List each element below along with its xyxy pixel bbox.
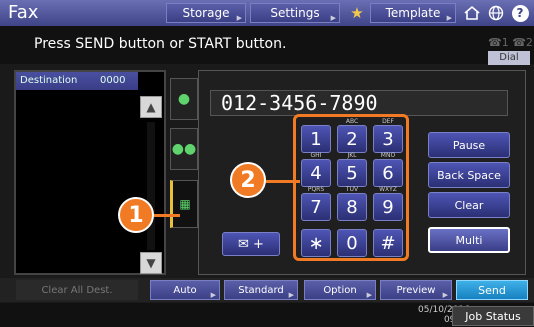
key-9-letters: WXYZ <box>379 186 397 193</box>
storage-label: Storage <box>182 6 230 20</box>
template-button[interactable]: Template ▶ <box>370 3 456 23</box>
star-icon[interactable]: ★ <box>345 3 369 23</box>
settings-button[interactable]: Settings ▶ <box>250 3 340 23</box>
arrow-icon: ▶ <box>442 291 448 299</box>
key-6[interactable]: 6 <box>373 159 403 187</box>
fax-number-field[interactable]: 012-3456-7890 <box>210 90 508 116</box>
tab-single-contact[interactable]: ● <box>170 78 198 120</box>
tab-keypad[interactable]: ▦ <box>170 180 198 228</box>
option-label: Option <box>323 284 357 296</box>
destination-count: 0000 <box>100 75 126 86</box>
arrow-icon: ▶ <box>210 291 216 299</box>
callout-2: 2 <box>230 162 266 198</box>
backspace-button[interactable]: Back Space <box>428 162 510 188</box>
tab-group-contacts[interactable]: ●● <box>170 128 198 170</box>
app-title: Fax <box>8 2 39 23</box>
key-4[interactable]: 4 <box>301 159 331 187</box>
dial-button[interactable]: Dial <box>488 51 530 65</box>
send-label: Send <box>478 283 506 297</box>
line-status: ☎1 ☎2 <box>488 36 533 49</box>
clear-all-destinations-button[interactable]: Clear All Dest. <box>16 280 138 300</box>
key-7-letters: PQRS <box>307 186 325 193</box>
arrow-icon: ▶ <box>236 14 242 22</box>
key-3-letters: DEF <box>382 118 394 125</box>
key-7[interactable]: 7 <box>301 193 331 221</box>
person-icon: ● <box>177 91 191 107</box>
scroll-up-button[interactable]: ▲ <box>140 96 162 118</box>
auto-label: Auto <box>173 284 197 296</box>
standard-label: Standard <box>238 284 284 296</box>
add-email-button[interactable]: ✉ + <box>222 232 280 256</box>
auto-button[interactable]: Auto ▶ <box>150 280 220 300</box>
settings-label: Settings <box>270 6 320 20</box>
arrow-icon: ▶ <box>366 291 372 299</box>
preview-button[interactable]: Preview ▶ <box>380 280 452 300</box>
pause-button[interactable]: Pause <box>428 132 510 158</box>
group-icon: ●● <box>171 141 197 157</box>
key-5-letters: JKL <box>347 152 357 159</box>
arrow-icon: ▶ <box>446 14 452 22</box>
instruction-message: Press SEND button or START button. <box>34 36 287 52</box>
clear-button[interactable]: Clear <box>428 192 510 218</box>
scrollbar-track[interactable] <box>147 122 155 250</box>
key-6-letters: MNO <box>380 152 396 159</box>
key-9[interactable]: 9 <box>373 193 403 221</box>
home-icon[interactable] <box>460 3 484 23</box>
key-0[interactable]: 0 <box>337 229 367 257</box>
arrow-icon: ▶ <box>288 291 294 299</box>
callout-1: 1 <box>118 197 154 233</box>
arrow-icon: ▶ <box>330 14 336 22</box>
key-8[interactable]: 8 <box>337 193 367 221</box>
key-2[interactable]: 2 <box>337 125 367 153</box>
multi-button[interactable]: Multi <box>428 227 510 253</box>
help-icon[interactable]: ? <box>508 3 532 23</box>
globe-icon[interactable] <box>484 3 508 23</box>
key-2-letters: ABC <box>345 118 359 125</box>
send-button[interactable]: Send <box>456 280 528 300</box>
scroll-down-button[interactable]: ▼ <box>140 252 162 274</box>
key-3[interactable]: 3 <box>373 125 403 153</box>
standard-button[interactable]: Standard ▶ <box>224 280 298 300</box>
key-1[interactable]: 1 <box>301 125 331 153</box>
storage-button[interactable]: Storage ▶ <box>166 3 246 23</box>
preview-label: Preview <box>396 284 436 296</box>
callout-2-leader <box>264 180 300 183</box>
key-8-letters: TUV <box>345 186 359 193</box>
option-button[interactable]: Option ▶ <box>304 280 376 300</box>
template-label: Template <box>385 6 441 20</box>
key-4-letters: GHI <box>310 152 322 159</box>
key-star[interactable]: ∗ <box>301 229 331 257</box>
job-status-button[interactable]: Job Status <box>452 306 534 326</box>
key-hash[interactable]: # <box>373 229 403 257</box>
callout-1-leader <box>150 214 180 217</box>
key-5[interactable]: 5 <box>337 159 367 187</box>
keypad-icon: ▦ <box>179 197 191 211</box>
